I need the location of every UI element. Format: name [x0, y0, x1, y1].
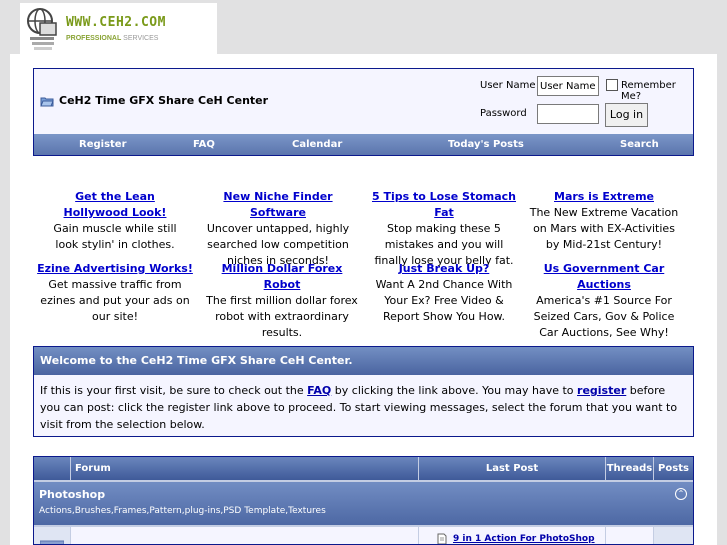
forum-status-cell [34, 527, 70, 544]
ad-item: Mars is Extreme The New Extreme Vacation… [526, 189, 682, 253]
ad-title-link[interactable]: Us Government Car Auctions [524, 261, 684, 293]
breadcrumb: CeH2 Time GFX Share CeH Center [40, 94, 268, 107]
navbox: CeH2 Time GFX Share CeH Center User Name… [33, 68, 694, 156]
last-post: 9 in 1 Action For PhotoShop [437, 533, 595, 544]
ad-text: Get massive traffic from ezines and put … [40, 278, 190, 323]
nav-search[interactable]: Search [620, 139, 659, 150]
site-logo[interactable]: WWW.CEH2.COM PROFESSIONAL SERVICES [20, 3, 217, 54]
ad-item: Get the Lean Hollywood Look! Gain muscle… [44, 189, 186, 253]
header-forum: Forum [71, 457, 418, 480]
collapse-icon[interactable]: ⌃ [675, 488, 687, 500]
ad-item: Us Government Car Auctions America's #1 … [524, 261, 684, 341]
forum-name-cell [71, 527, 418, 544]
folder-icon [40, 97, 54, 106]
ad-title-link[interactable]: Get the Lean Hollywood Look! [44, 189, 186, 221]
threads-cell [606, 527, 653, 544]
nav-calendar[interactable]: Calendar [292, 139, 342, 150]
ad-title-link[interactable]: Just Break Up? [374, 261, 514, 277]
globe-computer-icon [27, 8, 57, 50]
last-post-link[interactable]: 9 in 1 Action For PhotoShop [453, 534, 595, 544]
navbox-top: CeH2 Time GFX Share CeH Center User Name… [34, 69, 693, 134]
document-icon [437, 533, 447, 544]
username-input[interactable] [537, 76, 599, 96]
ad-item: 5 Tips to Lose Stomach Fat Stop making t… [368, 189, 520, 269]
ad-item: Million Dollar Forex Robot The first mil… [202, 261, 362, 341]
register-link[interactable]: register [577, 384, 626, 397]
ad-title-link[interactable]: Mars is Extreme [526, 189, 682, 205]
welcome-title: Welcome to the CeH2 Time GFX Share CeH C… [34, 347, 693, 375]
header-posts: Posts [654, 457, 693, 480]
remember-me-label: Remember Me? [621, 80, 676, 102]
ad-text: America's #1 Source For Seized Cars, Gov… [533, 294, 675, 339]
username-label: User Name [480, 80, 536, 91]
ad-title-link[interactable]: 5 Tips to Lose Stomach Fat [368, 189, 520, 221]
ad-text: Want A 2nd Chance With Your Ex? Free Vid… [375, 278, 513, 323]
nav-faq[interactable]: FAQ [193, 139, 215, 150]
ad-title-link[interactable]: Ezine Advertising Works! [36, 261, 194, 277]
ad-text: The New Extreme Vacation on Mars with EX… [529, 206, 679, 251]
category-title[interactable]: Photoshop [39, 488, 105, 501]
nav-register[interactable]: Register [79, 139, 127, 150]
nav-todays-posts[interactable]: Today's Posts [448, 139, 524, 150]
ad-title-link[interactable]: Million Dollar Forex Robot [202, 261, 362, 293]
welcome-box: Welcome to the CeH2 Time GFX Share CeH C… [33, 346, 694, 437]
ad-item: Just Break Up? Want A 2nd Chance With Yo… [374, 261, 514, 325]
ad-item: New Niche Finder Software Uncover untapp… [200, 189, 356, 269]
header-last-post: Last Post [419, 457, 605, 480]
breadcrumb-title[interactable]: CeH2 Time GFX Share CeH Center [59, 94, 268, 107]
logo-text: WWW.CEH2.COM [66, 15, 166, 30]
password-input[interactable] [537, 104, 599, 124]
posts-cell [654, 527, 693, 544]
ad-text: The first million dollar forex robot wit… [206, 294, 358, 339]
password-label: Password [480, 108, 527, 119]
category-description: Actions,Brushes,Frames,Pattern,plug-ins,… [39, 506, 326, 516]
forum-category: Photoshop Actions,Brushes,Frames,Pattern… [34, 482, 693, 525]
ad-item: Ezine Advertising Works! Get massive tra… [36, 261, 194, 325]
navbar: Register FAQ Calendar Today's Posts Sear… [34, 134, 693, 155]
welcome-body: If this is your first visit, be sure to … [40, 384, 678, 431]
logo-subtext: PROFESSIONAL SERVICES [66, 35, 159, 42]
site-header: WWW.CEH2.COM PROFESSIONAL SERVICES [0, 0, 727, 54]
header-icon-cell [34, 457, 70, 480]
faq-link[interactable]: FAQ [307, 384, 331, 397]
remember-me-checkbox[interactable] [606, 79, 618, 91]
ad-text: Gain muscle while still look stylin' in … [53, 222, 177, 251]
forum-status-icon [40, 540, 64, 544]
ad-title-link[interactable]: New Niche Finder Software [200, 189, 356, 221]
login-button[interactable]: Log in [605, 103, 648, 127]
header-threads: Threads [606, 457, 653, 480]
forum-table: Forum Last Post Threads Posts Photoshop … [33, 456, 694, 545]
